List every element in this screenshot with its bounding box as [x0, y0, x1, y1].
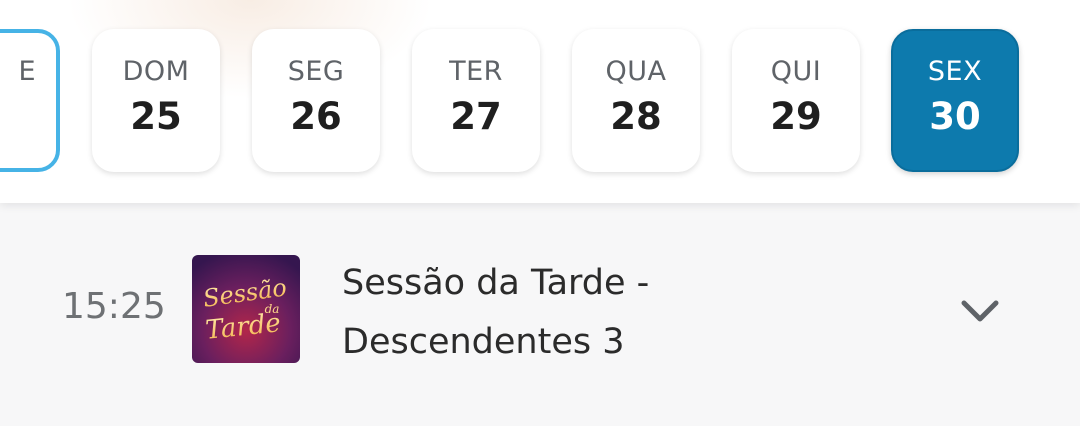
- day-card-seg[interactable]: SEG 26: [252, 29, 380, 172]
- program-thumbnail: Sessão da Tarde: [192, 255, 300, 363]
- program-title-line1: Sessão da Tarde -: [342, 263, 650, 303]
- day-number: 25: [130, 95, 182, 138]
- program-time: 15:25: [62, 286, 166, 327]
- day-card-sex-selected[interactable]: SEX 30: [891, 29, 1019, 172]
- day-of-week-label: DOM: [122, 56, 190, 87]
- day-of-week-label: E: [18, 56, 36, 87]
- day-card-qui[interactable]: QUI 29: [732, 29, 860, 172]
- day-card-qua[interactable]: QUA 28: [572, 29, 700, 172]
- day-of-week-label: QUA: [605, 56, 667, 87]
- chevron-down-icon[interactable]: [958, 291, 1002, 331]
- day-of-week-label: QUI: [770, 56, 822, 87]
- day-number: 27: [450, 95, 502, 138]
- day-card-partial[interactable]: E: [0, 29, 60, 172]
- program-title-line2: Descendentes 3: [342, 322, 625, 362]
- day-of-week-label: SEX: [927, 56, 983, 87]
- day-of-week-label: SEG: [287, 56, 345, 87]
- day-selector: E DOM 25 SEG 26 TER 27 QUA 28 QUI 29 SEX…: [0, 0, 1080, 203]
- program-title: Sessão da Tarde - Descendentes 3: [342, 254, 902, 372]
- sessao-da-tarde-logo-image: Sessão da Tarde: [192, 255, 300, 363]
- day-number: 28: [610, 95, 662, 138]
- day-number: 26: [290, 95, 342, 138]
- day-number: 29: [770, 95, 822, 138]
- day-card-dom[interactable]: DOM 25: [92, 29, 220, 172]
- day-card-ter[interactable]: TER 27: [412, 29, 540, 172]
- program-list-item[interactable]: 15:25 Sessão da Tarde Sessão da Tarde - …: [0, 203, 1080, 426]
- day-of-week-label: TER: [449, 56, 503, 87]
- day-number: 30: [929, 95, 981, 138]
